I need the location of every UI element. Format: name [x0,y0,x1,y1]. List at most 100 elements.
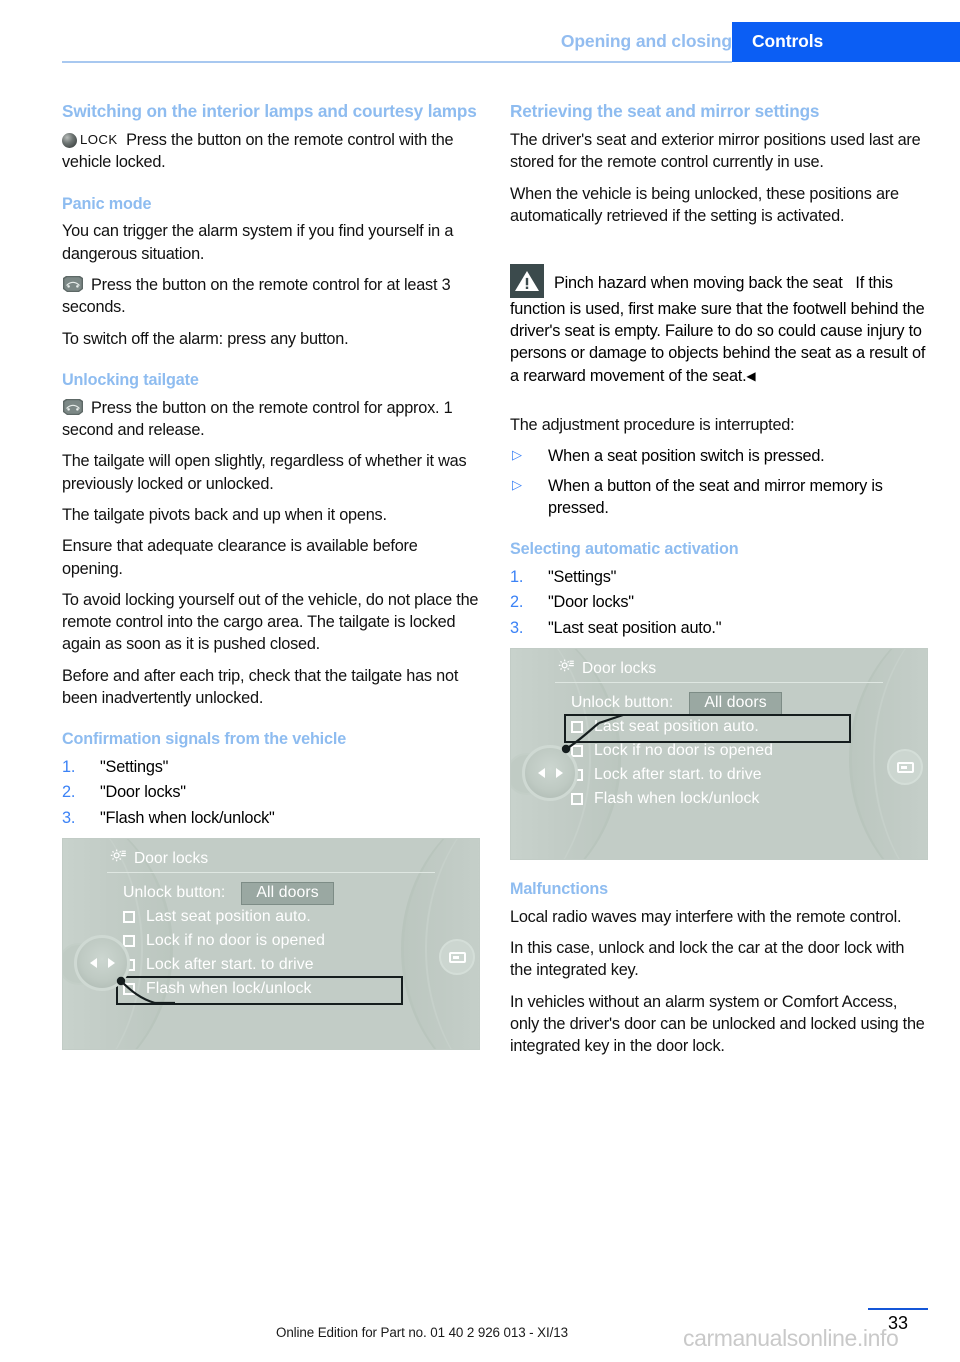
warning-text: Pinch hazard when moving back the seat I… [510,263,928,387]
tailgate-paragraph-4: Ensure that adequate clearance is availa… [62,537,418,578]
arrow-left-icon[interactable] [89,958,97,969]
list-item: 3. "Flash when lock/unlock" [62,807,480,829]
idrive-option-row[interactable]: Lock if no door is opened [123,929,459,953]
idrive-option-row[interactable]: Lock if no door is opened [571,739,907,763]
edition-note: Online Edition for Part no. 01 40 2 926 … [276,1325,568,1340]
arrow-right-icon[interactable] [555,768,563,779]
idrive-option-label: Lock after start. to drive [146,956,314,974]
list-item: 1. "Settings" [62,756,480,778]
confirmation-steps-list: 1. "Settings" 2. "Door locks" 3. "Flash whe… [62,756,480,829]
idrive-option-row-selected[interactable]: Last seat position auto. [564,714,907,744]
arrow-right-icon[interactable] [107,958,115,969]
checkbox-icon[interactable] [123,983,135,996]
idrive-title-underline [555,682,883,684]
tailgate-paragraph-1: Press the button on the remote control f… [62,397,480,442]
heading-confirmation-signals: Confirmation signals from the vehicle [62,730,347,749]
header-section-label: Controls [752,31,824,51]
tailgate-paragraph-1-text: Press the button on the remote control f… [62,398,453,439]
list-number: 3. [62,808,76,827]
list-number: 2. [510,593,524,612]
retrieving-paragraph-2: When the vehicle is being unlocked, thes… [510,184,899,225]
idrive-unlock-value[interactable]: All doors [689,691,782,715]
checkbox-icon[interactable] [571,793,583,806]
idrive-option-label: Last seat position auto. [146,908,311,926]
idrive-option-label: Lock if no door is opened [594,742,774,760]
panic-paragraph-3: To switch off the alarm: press any butto… [62,329,349,348]
header-divider-rule [62,61,732,63]
lock-instruction-text: Press the button on the remote control w… [62,131,454,172]
triangle-bullet-icon: ▷ [512,447,522,463]
idrive-side-button[interactable] [439,939,475,976]
tailgate-button-icon [62,398,84,416]
idrive-title-row: Door locks [109,847,208,870]
checkbox-icon[interactable] [571,721,583,734]
lock-symbol-label: LOCK [80,132,118,148]
panic-paragraph-1: You can trigger the alarm system if you … [62,222,454,263]
lock-instruction-paragraph: LOCK Press the button on the remote cont… [62,129,480,174]
list-item: 3. "Last seat position auto." [510,617,928,639]
idrive-option-row[interactable]: Last seat position auto. [123,905,459,929]
idrive-option-label: Flash when lock/unlock [146,980,312,998]
idrive-option-label: Lock after start. to drive [594,766,762,784]
list-number: 1. [62,758,76,777]
list-item: 2. "Door locks" [510,591,928,613]
watermark: carmanualsonline.info [683,1325,899,1351]
heading-selecting-automatic-activation: Selecting automatic activation [510,540,739,559]
media-icon [896,761,914,773]
malfunctions-paragraph-3: In vehicles without an alarm system or C… [510,992,925,1056]
checkbox-icon[interactable] [571,745,583,758]
idrive-option-row[interactable]: Lock after start. to drive [123,953,459,977]
idrive-option-row-selected[interactable]: Flash when lock/unlock [116,976,459,1006]
interrupt-conditions-list: ▷ When a seat position switch is pressed.… [510,445,928,519]
list-number: 2. [62,783,76,802]
list-text: "Flash when lock/unlock" [100,808,275,827]
list-item: ▷ When a button of the seat and mirror me… [510,475,928,520]
idrive-unlock-label: Unlock button: [571,694,674,712]
list-item: ▷ When a seat position switch is pressed. [510,445,928,467]
checkbox-icon[interactable] [123,911,135,924]
header-section-tab: Controls [732,22,960,62]
idrive-screen-right: Door locks Unlock button: All doors Last… [510,648,928,861]
idrive-option-rows: Unlock button: All doors Last seat posit… [116,881,459,1006]
checkbox-icon[interactable] [123,935,135,948]
gear-icon [109,847,127,870]
idrive-unlock-label: Unlock button: [123,884,226,902]
list-item: 2. "Door locks" [62,781,480,803]
heading-retrieving-settings: Retrieving the seat and mirror settings [510,101,820,121]
list-text: "Door locks" [548,593,634,612]
heading-unlocking-tailgate: Unlocking tailgate [62,370,199,389]
media-icon [448,951,466,963]
list-text: When a button of the seat and mirror mem… [548,476,883,518]
tailgate-paragraph-3: The tailgate pivots back and up when it … [62,505,387,524]
warning-end-marker: ◀ [746,368,756,383]
list-item: 1. "Settings" [510,566,928,588]
idrive-jog-controller[interactable] [522,745,578,802]
page-number-rule [868,1308,928,1310]
idrive-unlock-button-row[interactable]: Unlock button: All doors [123,881,459,905]
idrive-option-row[interactable]: Flash when lock/unlock [571,787,907,811]
idrive-unlock-button-row[interactable]: Unlock button: All doors [571,691,907,715]
warning-title: Pinch hazard when moving back the seat [554,273,843,292]
idrive-option-label: Lock if no door is opened [146,932,326,950]
idrive-jog-controller[interactable] [74,935,130,992]
list-text: "Settings" [100,758,169,777]
triangle-bullet-icon: ▷ [512,476,522,492]
gear-icon [557,657,575,680]
idrive-title-row: Door locks [557,657,656,680]
tailgate-paragraph-6: Before and after each trip, check that t… [62,666,459,708]
tailgate-paragraph-5: To avoid locking yourself out of the veh… [62,590,479,654]
left-column: Switching on the interior lamps and cour… [62,100,480,1051]
list-text: "Settings" [548,568,617,587]
idrive-option-row[interactable]: Lock after start. to drive [571,763,907,787]
heading-interior-lamps: Switching on the interior lamps and cour… [62,101,477,121]
idrive-unlock-value[interactable]: All doors [241,881,334,905]
arrow-left-icon[interactable] [537,768,545,779]
idrive-side-button[interactable] [887,749,923,786]
